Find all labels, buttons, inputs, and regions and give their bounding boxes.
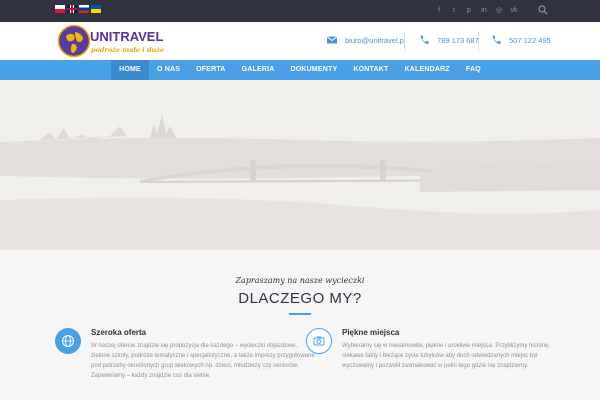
feature-text: Wybieramy się w niesamowite, piękne i ur… bbox=[342, 343, 551, 369]
facebook-icon[interactable]: f bbox=[435, 5, 443, 16]
flag-pl-icon[interactable] bbox=[55, 5, 65, 13]
envelope-icon bbox=[326, 36, 338, 44]
unitravel-logo[interactable]: UNITRAVEL podróże małe i duże bbox=[57, 24, 169, 58]
hero-city-image bbox=[0, 80, 600, 250]
contact-email[interactable]: biuro@unitravel.pl bbox=[326, 34, 406, 46]
main-navigation: HOME O NAS OFERTA GALERIA DOKUMENTY KONT… bbox=[0, 60, 600, 80]
feature-title: Szeroka oferta bbox=[91, 328, 147, 337]
email-address[interactable]: biuro@unitravel.pl bbox=[345, 36, 406, 45]
vk-icon[interactable]: vk bbox=[510, 5, 518, 16]
why-us-section: Zapraszamy na nasze wycieczki DLACZEGO M… bbox=[0, 250, 600, 400]
flag-ua-icon[interactable] bbox=[91, 5, 101, 13]
heading-underline bbox=[289, 313, 311, 315]
feature-text: W naszej ofercie znajdzie się propozycja… bbox=[91, 343, 315, 379]
flag-gb-icon[interactable] bbox=[67, 5, 77, 13]
top-bar: f t p in ◎ vk bbox=[0, 0, 600, 22]
nav-item-galeria[interactable]: GALERIA bbox=[234, 60, 283, 80]
twitter-icon[interactable]: t bbox=[450, 5, 458, 16]
pinterest-icon[interactable]: p bbox=[465, 5, 473, 16]
logo-text: UNITRAVEL bbox=[90, 29, 163, 44]
phone-icon bbox=[420, 35, 429, 44]
instagram-icon[interactable]: ◎ bbox=[495, 5, 503, 16]
section-subtitle: Zapraszamy na nasze wycieczki bbox=[235, 276, 365, 285]
globe-icon bbox=[55, 328, 81, 354]
site-header: UNITRAVEL podróże małe i duże biuro@unit… bbox=[0, 22, 600, 60]
phone-icon bbox=[492, 35, 501, 44]
logo-tagline: podróże małe i duże bbox=[91, 46, 164, 54]
nav-item-o-nas[interactable]: O NAS bbox=[149, 60, 188, 80]
nav-item-faq[interactable]: FAQ bbox=[458, 60, 489, 80]
phone-number-1[interactable]: 789 173 687 bbox=[437, 36, 479, 45]
linkedin-icon[interactable]: in bbox=[480, 5, 488, 16]
nav-item-dokumenty[interactable]: DOKUMENTY bbox=[282, 60, 345, 80]
camera-icon bbox=[306, 328, 332, 354]
section-heading: DLACZEGO MY? bbox=[238, 290, 362, 307]
nav-item-kalendarz[interactable]: KALENDARZ bbox=[397, 60, 458, 80]
divider bbox=[404, 31, 405, 51]
contact-phone-1[interactable]: 789 173 687 bbox=[418, 34, 479, 46]
contact-phone-2[interactable]: 507 122 495 bbox=[490, 34, 551, 46]
social-links: f t p in ◎ vk bbox=[435, 5, 518, 16]
flag-ru-icon[interactable] bbox=[79, 5, 89, 13]
nav-item-home[interactable]: HOME bbox=[111, 60, 149, 80]
divider bbox=[478, 31, 479, 51]
language-switcher bbox=[55, 5, 101, 13]
hero-banner bbox=[0, 80, 600, 250]
nav-item-oferta[interactable]: OFERTA bbox=[188, 60, 233, 80]
search-icon[interactable] bbox=[538, 5, 548, 15]
nav-item-kontakt[interactable]: KONTAKT bbox=[345, 60, 396, 80]
phone-number-2[interactable]: 507 122 495 bbox=[509, 36, 551, 45]
feature-title: Piękne miejsca bbox=[342, 328, 400, 337]
